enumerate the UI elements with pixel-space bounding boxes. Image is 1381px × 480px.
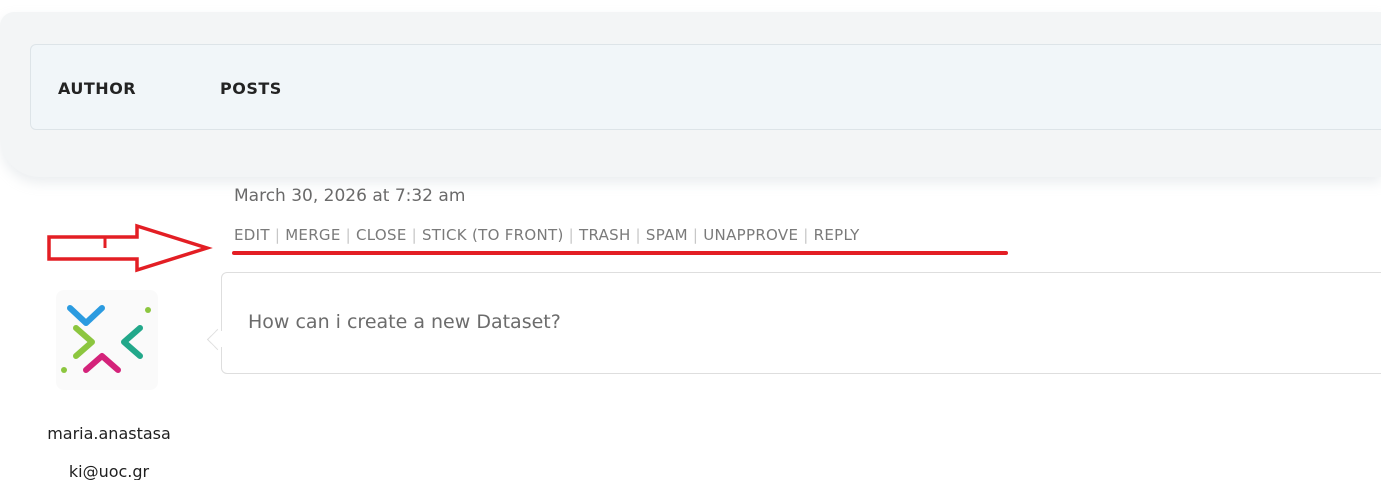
stick-link[interactable]: STICK (TO FRONT) bbox=[422, 226, 564, 244]
forum-topic-page: AUTHOR POSTS March 30, 2026 at 7:32 am E… bbox=[0, 0, 1381, 480]
avatar[interactable] bbox=[56, 290, 158, 390]
merge-link[interactable]: MERGE bbox=[285, 226, 340, 244]
separator: | bbox=[635, 226, 641, 244]
post-date: March 30, 2026 at 7:32 am bbox=[234, 186, 466, 206]
uoc-logo-icon bbox=[61, 305, 151, 373]
trash-link[interactable]: TRASH bbox=[579, 226, 631, 244]
post-content: How can i create a new Dataset? bbox=[248, 311, 561, 333]
annotation-underline bbox=[232, 251, 1008, 255]
separator: | bbox=[411, 226, 417, 244]
author-name-line: ki@uoc.gr bbox=[68, 462, 150, 480]
separator: | bbox=[568, 226, 574, 244]
separator: | bbox=[803, 226, 809, 244]
unapprove-link[interactable]: UNAPPROVE bbox=[703, 226, 798, 244]
annotation-arrow-icon bbox=[47, 223, 213, 273]
separator: | bbox=[345, 226, 351, 244]
topic-table-header: AUTHOR POSTS bbox=[30, 44, 1381, 130]
author-column-header: AUTHOR bbox=[58, 79, 137, 98]
separator: | bbox=[274, 226, 281, 244]
posts-column-header: POSTS bbox=[220, 79, 282, 98]
reply-link[interactable]: REPLY bbox=[814, 226, 860, 244]
edit-link[interactable]: EDIT bbox=[234, 226, 270, 244]
separator: | bbox=[692, 226, 699, 244]
post-admin-actions: EDIT | MERGE | CLOSE | STICK (TO FRONT) | TRASH |… bbox=[234, 226, 860, 244]
spam-link[interactable]: SPAM bbox=[646, 226, 688, 244]
post-content-bubble: How can i create a new Dataset? bbox=[221, 272, 1381, 374]
close-link[interactable]: CLOSE bbox=[356, 226, 407, 244]
author-name[interactable]: maria.anastasa ki@uoc.gr bbox=[20, 415, 198, 480]
author-name-line: maria.anastasa bbox=[47, 424, 171, 443]
